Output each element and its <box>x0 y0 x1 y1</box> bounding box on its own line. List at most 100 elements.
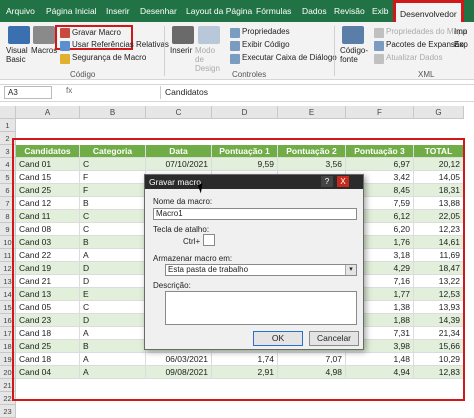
close-icon[interactable]: X <box>337 176 349 187</box>
table-cell[interactable]: 14,39 <box>414 314 464 327</box>
table-cell[interactable]: Cand 15 <box>16 171 80 184</box>
export-button[interactable]: Exp <box>454 40 468 49</box>
column-header-f[interactable]: F <box>346 106 414 119</box>
table-cell[interactable]: 12,53 <box>414 288 464 301</box>
descricao-textarea[interactable] <box>165 291 357 325</box>
import-button[interactable]: Imp <box>454 27 467 36</box>
row-header[interactable]: 14 <box>0 288 16 301</box>
table-cell[interactable]: Cand 12 <box>16 197 80 210</box>
row-header[interactable]: 4 <box>0 158 16 171</box>
fx-icon[interactable]: fx <box>66 86 72 95</box>
table-cell[interactable]: Cand 25 <box>16 184 80 197</box>
table-header-cell[interactable]: Pontuação 1 <box>212 145 278 158</box>
row-header[interactable]: 7 <box>0 197 16 210</box>
table-cell[interactable]: C <box>80 301 146 314</box>
modo-design-button[interactable]: Modo de Design <box>195 46 225 73</box>
row-header[interactable]: 21 <box>0 379 16 392</box>
name-box[interactable]: A3 <box>4 86 52 99</box>
table-cell[interactable]: E <box>80 288 146 301</box>
row-header[interactable]: 17 <box>0 327 16 340</box>
table-cell[interactable]: C <box>80 223 146 236</box>
table-cell[interactable]: A <box>80 327 146 340</box>
table-cell[interactable]: 15,66 <box>414 340 464 353</box>
armazenar-select[interactable]: Esta pasta de trabalho <box>165 264 357 276</box>
table-cell[interactable]: F <box>80 184 146 197</box>
pacotes-expansao-button[interactable]: Pacotes de Expansão <box>386 40 464 49</box>
table-cell[interactable]: Cand 13 <box>16 288 80 301</box>
row-header[interactable]: 5 <box>0 171 16 184</box>
column-header-c[interactable]: C <box>146 106 212 119</box>
table-cell[interactable]: Cand 08 <box>16 223 80 236</box>
visual-basic-button[interactable]: Visual Basic <box>6 46 32 64</box>
table-cell[interactable]: Cand 22 <box>16 249 80 262</box>
table-cell[interactable]: 07/10/2021 <box>146 158 212 171</box>
tab-formulas[interactable]: Fórmulas <box>256 6 291 16</box>
table-cell[interactable]: 06/03/2021 <box>146 353 212 366</box>
table-cell[interactable]: 7,07 <box>278 353 346 366</box>
table-cell[interactable]: 22,05 <box>414 210 464 223</box>
tab-desenhar[interactable]: Desenhar <box>140 6 177 16</box>
macros-button[interactable]: Macros <box>31 46 57 55</box>
table-cell[interactable]: A <box>80 353 146 366</box>
table-header-cell[interactable]: Data <box>146 145 212 158</box>
row-header[interactable]: 23 <box>0 405 16 418</box>
table-cell[interactable]: 09/08/2021 <box>146 366 212 379</box>
table-cell[interactable]: 6,97 <box>346 158 414 171</box>
table-cell[interactable]: Cand 05 <box>16 301 80 314</box>
table-cell[interactable]: Cand 03 <box>16 236 80 249</box>
help-icon[interactable]: ? <box>321 176 333 187</box>
table-cell[interactable]: 11,69 <box>414 249 464 262</box>
tab-revisao[interactable]: Revisão <box>334 6 365 16</box>
row-header[interactable]: 20 <box>0 366 16 379</box>
nome-macro-input[interactable]: Macro1 <box>153 208 357 220</box>
table-cell[interactable]: 10,29 <box>414 353 464 366</box>
table-cell[interactable]: D <box>80 314 146 327</box>
table-cell[interactable]: 21,34 <box>414 327 464 340</box>
table-cell[interactable]: 2,91 <box>212 366 278 379</box>
select-all-corner[interactable] <box>0 106 16 119</box>
table-cell[interactable]: 20,12 <box>414 158 464 171</box>
column-header-d[interactable]: D <box>212 106 278 119</box>
table-cell[interactable]: D <box>80 262 146 275</box>
table-cell[interactable]: Cand 23 <box>16 314 80 327</box>
table-cell[interactable]: C <box>80 210 146 223</box>
row-header[interactable]: 16 <box>0 314 16 327</box>
table-cell[interactable]: B <box>80 340 146 353</box>
column-header-a[interactable]: A <box>16 106 80 119</box>
table-cell[interactable]: A <box>80 366 146 379</box>
table-cell[interactable]: 1,74 <box>212 353 278 366</box>
table-cell[interactable]: 13,88 <box>414 197 464 210</box>
row-header[interactable]: 6 <box>0 184 16 197</box>
column-header-g[interactable]: G <box>414 106 464 119</box>
exibir-codigo-button[interactable]: Exibir Código <box>242 40 290 49</box>
table-cell[interactable]: B <box>80 197 146 210</box>
table-cell[interactable]: A <box>80 249 146 262</box>
row-header[interactable]: 12 <box>0 262 16 275</box>
seguranca-macro-button[interactable]: Segurança de Macro <box>72 53 146 62</box>
atualizar-dados-button[interactable]: Atualizar Dados <box>386 53 442 62</box>
row-header[interactable]: 10 <box>0 236 16 249</box>
table-cell[interactable]: 13,93 <box>414 301 464 314</box>
table-cell[interactable]: Cand 18 <box>16 327 80 340</box>
table-cell[interactable]: 12,23 <box>414 223 464 236</box>
table-cell[interactable]: 1,48 <box>346 353 414 366</box>
tab-layout[interactable]: Layout da Página <box>186 6 252 16</box>
row-header[interactable]: 9 <box>0 223 16 236</box>
tab-desenvolvedor[interactable]: Desenvolvedor <box>393 0 464 24</box>
row-header[interactable]: 3 <box>0 145 16 158</box>
table-cell[interactable]: 13,22 <box>414 275 464 288</box>
table-cell[interactable]: 18,47 <box>414 262 464 275</box>
row-header[interactable]: 1 <box>0 119 16 132</box>
row-header[interactable]: 8 <box>0 210 16 223</box>
tab-pagina-inicial[interactable]: Página Inicial <box>46 6 97 16</box>
propriedades-button[interactable]: Propriedades <box>242 27 290 36</box>
table-cell[interactable]: Cand 01 <box>16 158 80 171</box>
table-cell[interactable]: F <box>80 171 146 184</box>
cancelar-button[interactable]: Cancelar <box>309 331 359 346</box>
ok-button[interactable]: OK <box>253 331 303 346</box>
tab-dados[interactable]: Dados <box>302 6 327 16</box>
table-cell[interactable]: B <box>80 236 146 249</box>
table-cell[interactable]: 14,05 <box>414 171 464 184</box>
table-cell[interactable]: 4,94 <box>346 366 414 379</box>
row-header[interactable]: 15 <box>0 301 16 314</box>
